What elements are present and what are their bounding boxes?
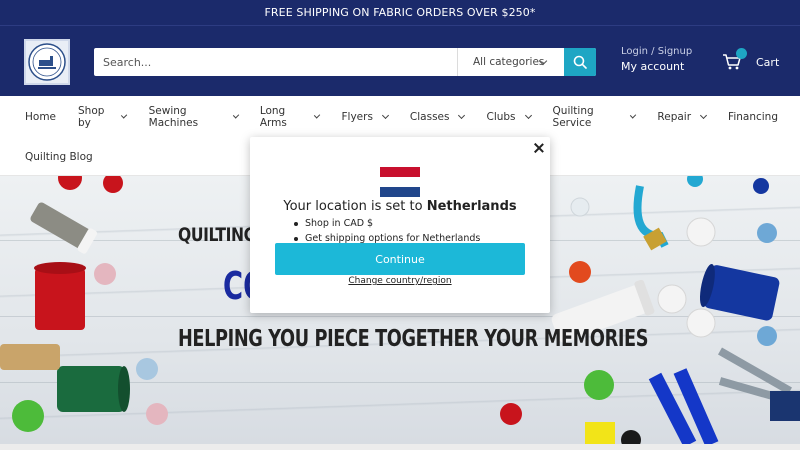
nav-item-classes[interactable]: Classes xyxy=(409,110,466,124)
hero-tagline: HELPING YOU PIECE TOGETHER YOUR MEMORIES xyxy=(178,326,649,352)
chevron-down-icon xyxy=(121,112,128,119)
nav-item-quilting-service[interactable]: Quilting Service xyxy=(553,105,637,129)
zipper-blue xyxy=(648,368,719,444)
cart-label: Cart xyxy=(756,56,780,69)
location-country: Netherlands xyxy=(426,199,517,214)
button-orange xyxy=(569,261,591,283)
search-input[interactable] xyxy=(94,48,457,76)
nav-item-clubs[interactable]: Clubs xyxy=(486,110,532,124)
nav-item-label: Classes xyxy=(409,111,450,123)
thread-spool-green xyxy=(57,366,130,412)
location-popup: Your location is set to Netherlands Shop… xyxy=(250,137,550,313)
site-header: All categories Login / Signup My account… xyxy=(0,26,800,96)
thread-spool-tan xyxy=(0,344,60,370)
nav-item-label: Sewing Machines xyxy=(148,105,199,129)
nav-item-flyers[interactable]: Flyers xyxy=(341,110,389,124)
flag-stripe-red xyxy=(380,167,420,177)
netherlands-flag-icon xyxy=(380,167,420,197)
nav-row-secondary: Quilting Blog xyxy=(25,150,115,164)
nav-item-label: Quilting Blog xyxy=(25,151,93,163)
nav-item-repair[interactable]: Repair xyxy=(657,110,708,124)
chevron-down-icon xyxy=(232,112,239,119)
account-link[interactable]: Login / Signup My account xyxy=(621,46,692,73)
nav-item-label: Repair xyxy=(657,111,692,123)
nav-item-label: Home xyxy=(25,111,57,123)
nav-row-primary: Home Shop by Sewing Machines Long Arms Flyer… xyxy=(25,105,800,129)
nav-item-label: Long Arms xyxy=(259,105,287,129)
change-country-link[interactable]: Change country/region xyxy=(250,276,550,286)
chevron-down-icon xyxy=(524,111,532,120)
search-bar: All categories xyxy=(94,48,596,76)
nav-item-home[interactable]: Home xyxy=(25,110,56,124)
chevron-down-icon xyxy=(314,112,321,119)
cart-count-badge xyxy=(736,48,747,59)
nav-item-sewing-machines[interactable]: Sewing Machines xyxy=(149,105,239,129)
nav-item-label: Quilting Service xyxy=(552,105,594,129)
button-green xyxy=(12,400,44,432)
announcement-bar: FREE SHIPPING ON FABRIC ORDERS OVER $250… xyxy=(0,0,800,26)
thread-spool-red xyxy=(34,262,86,330)
logo-badge-icon xyxy=(28,43,66,81)
scissors xyxy=(718,347,800,421)
nav-item-label: Shop by xyxy=(78,105,105,129)
search-icon xyxy=(573,55,587,69)
location-benefits-list: Shop in CAD $ Get shipping options for N… xyxy=(294,216,480,246)
list-item: Shop in CAD $ xyxy=(294,216,480,231)
flag-stripe-white xyxy=(380,177,420,187)
login-signup-link[interactable]: Login / Signup xyxy=(621,46,692,57)
nav-item-financing[interactable]: Financing xyxy=(728,110,778,124)
category-select[interactable]: All categories xyxy=(457,48,564,76)
chevron-down-icon xyxy=(381,111,389,120)
continue-button[interactable]: Continue xyxy=(275,243,525,275)
flag-stripe-blue xyxy=(380,187,420,197)
button-red xyxy=(103,176,123,193)
close-icon[interactable] xyxy=(532,142,546,156)
my-account-label[interactable]: My account xyxy=(621,60,692,73)
hero-heading-small: QUILTING xyxy=(178,224,257,246)
location-title: Your location is set to Netherlands xyxy=(250,199,550,214)
button-white xyxy=(686,217,716,247)
nav-item-label: Clubs xyxy=(486,111,516,123)
nav-item-shop-by[interactable]: Shop by xyxy=(78,105,128,129)
nav-item-label: Financing xyxy=(728,111,778,123)
nav-item-long-arms[interactable]: Long Arms xyxy=(260,105,321,129)
chevron-down-icon xyxy=(458,111,466,120)
nav-item-label: Flyers xyxy=(341,111,373,123)
search-button[interactable] xyxy=(564,48,596,76)
content-divider xyxy=(0,444,800,450)
store-logo[interactable] xyxy=(24,39,70,85)
category-select-label: All categories xyxy=(473,56,545,68)
location-title-prefix: Your location is set to xyxy=(283,199,427,214)
chevron-down-icon xyxy=(629,112,637,119)
chevron-down-icon xyxy=(700,111,708,120)
thread-spool-grey xyxy=(30,202,98,254)
spool-yellow xyxy=(585,422,615,444)
nav-item-quilting-blog[interactable]: Quilting Blog xyxy=(25,150,93,164)
